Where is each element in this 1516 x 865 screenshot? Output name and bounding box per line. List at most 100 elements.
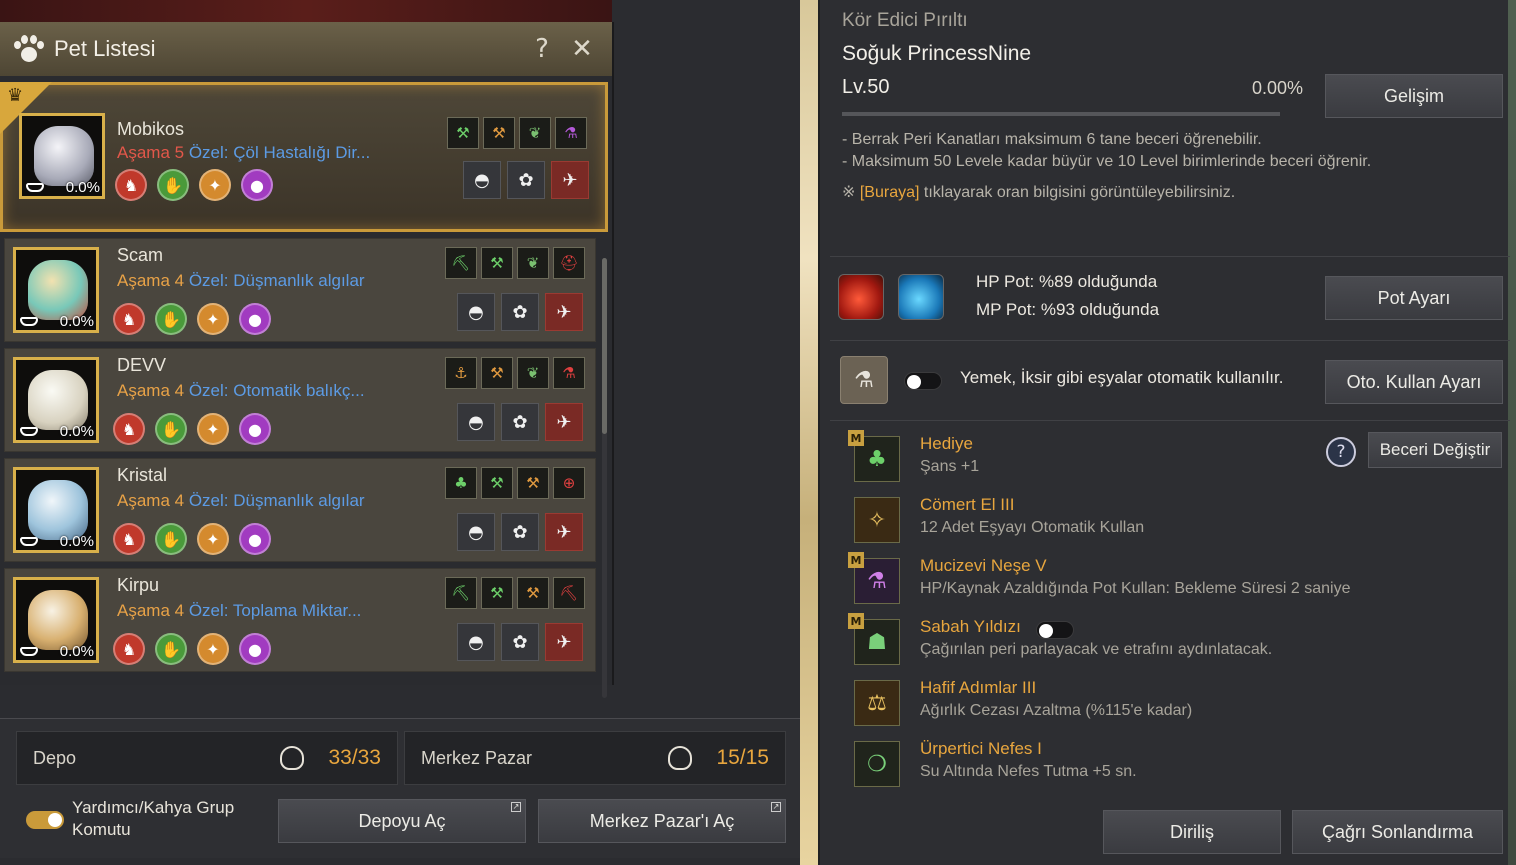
- wing-icon[interactable]: ❦: [519, 117, 551, 149]
- feed-button[interactable]: ◓: [463, 161, 501, 199]
- sun-icon[interactable]: ✦: [197, 413, 229, 445]
- feed-button[interactable]: ◓: [457, 293, 495, 331]
- paw-button[interactable]: ✿: [501, 513, 539, 551]
- target-icon[interactable]: ⊕: [553, 467, 585, 499]
- helmet-icon[interactable]: ⛑: [553, 247, 585, 279]
- wing-icon[interactable]: ❦: [517, 247, 549, 279]
- hand-icon[interactable]: ✋: [155, 523, 187, 555]
- bag-icon[interactable]: ●: [241, 169, 273, 201]
- group-command-toggle[interactable]: [26, 811, 64, 829]
- help-button[interactable]: ?: [524, 31, 560, 67]
- revive-button[interactable]: Diriliş: [1103, 810, 1281, 854]
- pet-card-mobikos[interactable]: ♛ 0.0% Mobikos Aşama 5 Özel: Çöl Hastalı…: [0, 82, 608, 232]
- feed-button[interactable]: ◓: [457, 513, 495, 551]
- pet-image: [28, 370, 88, 430]
- bag-icon[interactable]: ●: [239, 523, 271, 555]
- skill-item[interactable]: ⚖ Hafif Adımlar III Ağırlık Cezası Azalt…: [854, 676, 1474, 732]
- skill-item[interactable]: M ♣ Hediye Şans +1: [848, 430, 1474, 488]
- pet-portrait[interactable]: 0.0%: [13, 467, 99, 553]
- open-depo-button[interactable]: Depoyu Aç ↗: [278, 799, 526, 843]
- sun-icon[interactable]: ✦: [199, 169, 231, 201]
- close-button[interactable]: ✕: [564, 31, 600, 67]
- auto-use-settings-button[interactable]: Oto. Kullan Ayarı: [1325, 360, 1503, 404]
- dismiss-button[interactable]: ✈: [545, 403, 583, 441]
- axe-icon[interactable]: ⚒: [481, 357, 513, 389]
- auto-use-toggle[interactable]: [904, 372, 942, 390]
- pet-portrait[interactable]: 0.0%: [13, 247, 99, 333]
- paw-button[interactable]: ✿: [501, 623, 539, 661]
- skill-item[interactable]: M ☗ Sabah Yıldızı Çağırılan peri parlaya…: [848, 613, 1474, 671]
- pet-portrait[interactable]: 0.0%: [19, 113, 105, 199]
- pickaxe-icon[interactable]: ⚒: [481, 247, 513, 279]
- dismiss-button[interactable]: ✈: [545, 293, 583, 331]
- hand-icon[interactable]: ✋: [155, 413, 187, 445]
- pet-stage-line: Aşama 4 Özel: Düşmanlık algılar: [117, 271, 365, 291]
- bag-icon[interactable]: ●: [239, 303, 271, 335]
- skill-item[interactable]: ❍ Ürpertici Nefes I Su Altında Nefes Tut…: [854, 737, 1474, 793]
- horse-icon[interactable]: ♞: [113, 303, 145, 335]
- clover-icon[interactable]: ♣: [445, 467, 477, 499]
- pickaxe-icon[interactable]: ⚒: [481, 577, 513, 609]
- skill-item[interactable]: M ⚗ Mucizevi Neşe V HP/Kaynak Azaldığınd…: [848, 552, 1474, 610]
- pickaxe-icon[interactable]: ⚒: [481, 467, 513, 499]
- dismiss-button[interactable]: ✈: [545, 623, 583, 661]
- pet-stage-line: Aşama 4 Özel: Toplama Miktar...: [117, 601, 361, 621]
- evolve-button[interactable]: Gelişim: [1325, 74, 1503, 118]
- pet-card-kristal[interactable]: 0.0% Kristal Aşama 4 Özel: Düşmanlık alg…: [4, 458, 596, 562]
- horse-icon[interactable]: ♞: [115, 169, 147, 201]
- feed-button[interactable]: ◓: [457, 403, 495, 441]
- wing-icon[interactable]: ❦: [517, 357, 549, 389]
- skill-item[interactable]: ✧ Cömert El III 12 Adet Eşyayı Otomatik …: [854, 493, 1474, 549]
- rate-info-link[interactable]: [Buraya]: [860, 184, 920, 201]
- paw-button[interactable]: ✿: [501, 403, 539, 441]
- hp-potion-icon[interactable]: [838, 274, 884, 320]
- pet-special: Özel: Düşmanlık algılar: [188, 491, 365, 510]
- end-summon-button[interactable]: Çağrı Sonlandırma: [1292, 810, 1503, 854]
- sun-icon[interactable]: ✦: [197, 633, 229, 665]
- axe-icon[interactable]: ⚒: [483, 117, 515, 149]
- scrollbar-thumb[interactable]: [602, 258, 607, 434]
- external-icon: ↗: [771, 802, 781, 812]
- pet-percent: 0.0%: [59, 313, 94, 330]
- axe-icon[interactable]: ⚒: [517, 467, 549, 499]
- skill-desc: HP/Kaynak Azaldığında Pot Kullan: Beklem…: [920, 580, 1351, 597]
- flask-gear-icon: ⚗: [840, 356, 888, 404]
- axe-icon[interactable]: ⚒: [517, 577, 549, 609]
- bag-icon[interactable]: ●: [239, 413, 271, 445]
- pet-card-devv[interactable]: 0.0% DEVV Aşama 4 Özel: Otomatik balıkç.…: [4, 348, 596, 452]
- gather-icon[interactable]: ⛏: [553, 577, 585, 609]
- pet-portrait[interactable]: 0.0%: [13, 357, 99, 443]
- hand-icon[interactable]: ✋: [155, 633, 187, 665]
- sun-icon[interactable]: ✦: [197, 523, 229, 555]
- horse-icon[interactable]: ♞: [113, 633, 145, 665]
- hand-icon[interactable]: ✋: [157, 169, 189, 201]
- pet-card-scam[interactable]: 0.0% Scam Aşama 4 Özel: Düşmanlık algıla…: [4, 238, 596, 342]
- pet-card-kirpu[interactable]: 0.0% Kirpu Aşama 4 Özel: Toplama Miktar.…: [4, 568, 596, 672]
- pick-icon[interactable]: ⛏: [445, 247, 477, 279]
- pot-settings-button[interactable]: Pot Ayarı: [1325, 276, 1503, 320]
- group-command-label-line1: Yardımcı/Kahya Grup: [72, 798, 235, 817]
- paw-button[interactable]: ✿: [501, 293, 539, 331]
- flask-icon[interactable]: ⚗: [555, 117, 587, 149]
- pick-icon[interactable]: ⛏: [445, 577, 477, 609]
- dismiss-button[interactable]: ✈: [545, 513, 583, 551]
- info-line-3-text: tıklayarak oran bilgisini görüntüleyebil…: [919, 184, 1236, 201]
- horse-icon[interactable]: ♞: [113, 413, 145, 445]
- open-depo-label: Depoyu Aç: [358, 810, 446, 831]
- flask-icon[interactable]: ⚗: [553, 357, 585, 389]
- feed-button[interactable]: ◓: [457, 623, 495, 661]
- horse-icon[interactable]: ♞: [113, 523, 145, 555]
- fishing-rod-icon[interactable]: ⚓: [445, 357, 477, 389]
- pet-tool-icons: ⚓ ⚒ ❦ ⚗: [445, 357, 585, 389]
- sun-icon[interactable]: ✦: [197, 303, 229, 335]
- open-pazar-button[interactable]: Merkez Pazar'ı Aç ↗: [538, 799, 786, 843]
- dismiss-button[interactable]: ✈: [551, 161, 589, 199]
- paw-button[interactable]: ✿: [507, 161, 545, 199]
- hand-icon[interactable]: ✋: [155, 303, 187, 335]
- morning-star-toggle[interactable]: [1036, 621, 1074, 639]
- pickaxe-icon[interactable]: ⚒: [447, 117, 479, 149]
- pet-portrait[interactable]: 0.0%: [13, 577, 99, 663]
- bag-icon[interactable]: ●: [239, 633, 271, 665]
- mp-potion-icon[interactable]: [898, 274, 944, 320]
- pet-percent: 0.0%: [65, 179, 100, 196]
